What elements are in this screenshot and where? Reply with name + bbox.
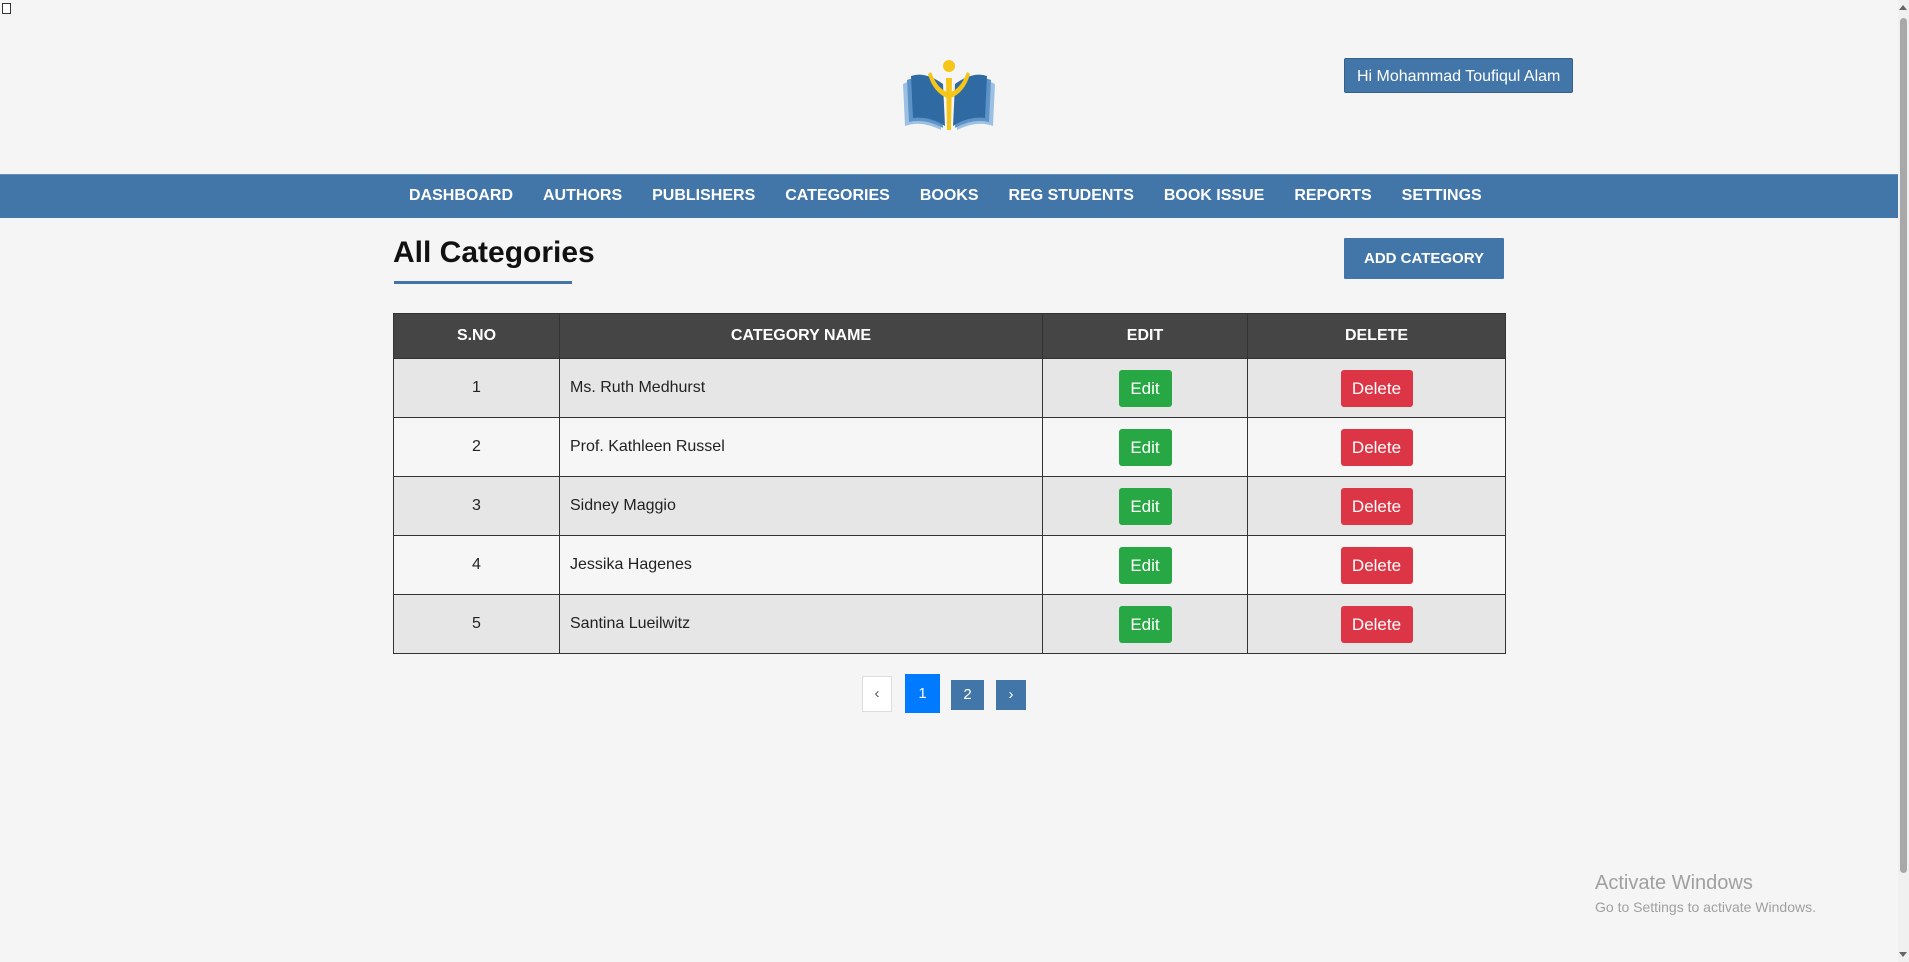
delete-button[interactable]: Delete bbox=[1340, 428, 1413, 466]
activate-windows-watermark: Activate Windows Go to Settings to activ… bbox=[1595, 872, 1816, 915]
pagination-next-button[interactable]: › bbox=[996, 680, 1026, 710]
pagination-prev-button[interactable]: ‹ bbox=[862, 676, 892, 712]
cell-delete: Delete bbox=[1247, 417, 1506, 477]
delete-button[interactable]: Delete bbox=[1340, 605, 1413, 643]
cell-edit: Edit bbox=[1042, 358, 1248, 418]
cell-category-name: Ms. Ruth Medhurst bbox=[559, 358, 1043, 418]
cell-delete: Delete bbox=[1247, 535, 1506, 595]
cell-category-name: Sidney Maggio bbox=[559, 476, 1043, 536]
add-category-button[interactable]: ADD CATEGORY bbox=[1344, 238, 1504, 279]
table-row: 4 Jessika Hagenes Edit Delete bbox=[393, 535, 1506, 595]
cell-edit: Edit bbox=[1042, 535, 1248, 595]
cell-sno: 2 bbox=[393, 417, 560, 477]
cell-delete: Delete bbox=[1247, 476, 1506, 536]
nav-item-book-issue[interactable]: BOOK ISSUE bbox=[1149, 175, 1279, 217]
cell-delete: Delete bbox=[1247, 594, 1506, 654]
delete-button[interactable]: Delete bbox=[1340, 546, 1413, 584]
nav-item-settings[interactable]: SETTINGS bbox=[1387, 175, 1497, 217]
watermark-title: Activate Windows bbox=[1595, 872, 1753, 894]
cell-edit: Edit bbox=[1042, 594, 1248, 654]
cell-sno: 5 bbox=[393, 594, 560, 654]
missing-glyph-box bbox=[2, 3, 11, 14]
nav-item-categories[interactable]: CATEGORIES bbox=[770, 175, 905, 217]
cell-edit: Edit bbox=[1042, 476, 1248, 536]
header-edit: EDIT bbox=[1042, 313, 1248, 359]
header-sno: S.NO bbox=[393, 313, 560, 359]
nav-item-publishers[interactable]: PUBLISHERS bbox=[637, 175, 770, 217]
cell-delete: Delete bbox=[1247, 358, 1506, 418]
edit-button[interactable]: Edit bbox=[1118, 428, 1172, 466]
page-title: All Categories bbox=[393, 236, 595, 269]
pagination-page-2[interactable]: 2 bbox=[951, 680, 984, 710]
main-navbar: DASHBOARD AUTHORS PUBLISHERS CATEGORIES … bbox=[0, 174, 1898, 218]
cell-category-name: Santina Lueilwitz bbox=[559, 594, 1043, 654]
nav-item-reg-students[interactable]: REG STUDENTS bbox=[994, 175, 1149, 217]
logo[interactable] bbox=[899, 58, 999, 136]
table-row: 3 Sidney Maggio Edit Delete bbox=[393, 476, 1506, 536]
vertical-scrollbar[interactable] bbox=[1898, 0, 1909, 962]
delete-button[interactable]: Delete bbox=[1340, 369, 1413, 407]
cell-edit: Edit bbox=[1042, 417, 1248, 477]
table-row: 2 Prof. Kathleen Russel Edit Delete bbox=[393, 417, 1506, 477]
edit-button[interactable]: Edit bbox=[1118, 369, 1172, 407]
nav-item-dashboard[interactable]: DASHBOARD bbox=[394, 175, 528, 217]
edit-button[interactable]: Edit bbox=[1118, 487, 1172, 525]
edit-button[interactable]: Edit bbox=[1118, 605, 1172, 643]
watermark-subtitle: Go to Settings to activate Windows. bbox=[1595, 899, 1816, 915]
cell-sno: 1 bbox=[393, 358, 560, 418]
user-greeting-button[interactable]: Hi Mohammad Toufiqul Alam bbox=[1344, 58, 1574, 93]
table-row: 1 Ms. Ruth Medhurst Edit Delete bbox=[393, 358, 1506, 418]
table-header-row: S.NO CATEGORY NAME EDIT DELETE bbox=[393, 313, 1506, 359]
pagination-page-1[interactable]: 1 bbox=[905, 674, 940, 713]
edit-button[interactable]: Edit bbox=[1118, 546, 1172, 584]
scroll-down-arrow-icon[interactable] bbox=[1899, 952, 1907, 957]
title-underline bbox=[394, 281, 572, 284]
open-book-reader-logo-icon bbox=[903, 60, 995, 130]
header-delete: DELETE bbox=[1247, 313, 1506, 359]
cell-category-name: Prof. Kathleen Russel bbox=[559, 417, 1043, 477]
nav-item-authors[interactable]: AUTHORS bbox=[528, 175, 637, 217]
nav-item-reports[interactable]: REPORTS bbox=[1279, 175, 1386, 217]
scroll-up-arrow-icon[interactable] bbox=[1899, 5, 1907, 10]
scrollbar-thumb[interactable] bbox=[1900, 18, 1907, 873]
cell-sno: 4 bbox=[393, 535, 560, 595]
delete-button[interactable]: Delete bbox=[1340, 487, 1413, 525]
header-category-name: CATEGORY NAME bbox=[559, 313, 1043, 359]
cell-sno: 3 bbox=[393, 476, 560, 536]
cell-category-name: Jessika Hagenes bbox=[559, 535, 1043, 595]
nav-item-books[interactable]: BOOKS bbox=[905, 175, 994, 217]
categories-table: S.NO CATEGORY NAME EDIT DELETE 1 Ms. Rut… bbox=[393, 313, 1506, 654]
table-row: 5 Santina Lueilwitz Edit Delete bbox=[393, 594, 1506, 654]
